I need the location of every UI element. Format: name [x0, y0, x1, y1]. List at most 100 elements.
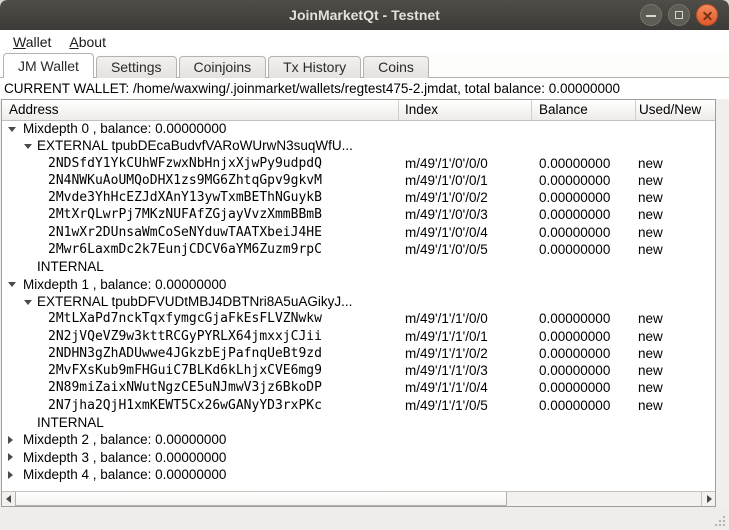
index-cell: m/49'/1'/1'/0/2 — [405, 345, 488, 362]
scroll-right-button[interactable] — [701, 492, 715, 506]
row-label: Mixdepth 1 , balance: 0.00000000 — [23, 276, 226, 293]
address-cell: 2NDSfdY1YkCUhWFzwxNbHnjxXjwPy9udpdQ — [48, 155, 322, 172]
branch-row[interactable]: EXTERNAL tpubDEcaBudvfVARoWUrwN3suqWfU..… — [2, 137, 715, 154]
expander-open-icon[interactable] — [8, 282, 16, 287]
address-cell: 2N1wXr2DUnsaWmCoSeNYduwTAATXbeiJ4HE — [48, 224, 322, 241]
address-row[interactable]: 2NDHN3gZhADUwwe4JGkzbEjPafnqUeBt9zdm/49'… — [2, 345, 715, 362]
address-cell: 2MvFXsKub9mFHGuiC7BLKd6kLhjxCVE6mg9 — [48, 362, 322, 379]
column-header-index[interactable]: Index — [399, 100, 532, 120]
balance-cell: 0.00000000 — [539, 206, 610, 223]
status-cell: new — [638, 328, 663, 345]
status-cell: new — [638, 189, 663, 206]
expander-open-icon[interactable] — [8, 127, 16, 132]
column-header-address[interactable]: Address — [2, 100, 399, 120]
balance-cell: 0.00000000 — [539, 397, 610, 414]
status-cell: new — [638, 345, 663, 362]
expander-collapsed-icon[interactable] — [8, 436, 13, 444]
column-header-used-new[interactable]: Used/New — [636, 100, 715, 120]
expander-open-icon[interactable] — [24, 300, 32, 305]
tab-settings[interactable]: Settings — [96, 56, 177, 78]
branch-row[interactable]: EXTERNAL tpubDFVUDtMBJ4DBTNri8A5uAGikyJ.… — [2, 293, 715, 310]
row-label: Mixdepth 3 , balance: 0.00000000 — [23, 449, 226, 466]
index-cell: m/49'/1'/1'/0/1 — [405, 328, 488, 345]
address-row[interactable]: 2MvFXsKub9mFHGuiC7BLKd6kLhjxCVE6mg9m/49'… — [2, 362, 715, 379]
expander-open-icon[interactable] — [24, 144, 32, 149]
mixdepth-row[interactable]: Mixdepth 1 , balance: 0.00000000 — [2, 276, 715, 293]
close-button[interactable] — [696, 4, 718, 26]
status-cell: new — [638, 224, 663, 241]
balance-cell: 0.00000000 — [539, 172, 610, 189]
tree-body: Mixdepth 0 , balance: 0.00000000EXTERNAL… — [2, 120, 715, 491]
address-row[interactable]: 2N89miZaixNWutNgzCE5uNJmwV3jz6BkoDP m/49'… — [2, 379, 715, 396]
status-bar — [0, 507, 729, 530]
horizontal-scrollbar[interactable] — [2, 491, 715, 506]
balance-cell: 0.00000000 — [539, 189, 610, 206]
address-row[interactable]: 2Mvde3YhHcEZJdXAnY13ywTxmBEThNGuykBm/49'… — [2, 189, 715, 206]
address-row[interactable]: 2N1wXr2DUnsaWmCoSeNYduwTAATXbeiJ4HE m/49'… — [2, 224, 715, 241]
mixdepth-row[interactable]: Mixdepth 0 , balance: 0.00000000 — [2, 120, 715, 137]
address-row[interactable]: 2Mwr6LaxmDc2k7EunjCDCV6aYM6Zuzm9rpCm/49'… — [2, 241, 715, 258]
address-row[interactable]: 2MtLXaPd7nckTqxfymgcGjaFkEsFLVZNwkw m/49'… — [2, 310, 715, 327]
row-label: INTERNAL — [37, 258, 104, 275]
status-cell: new — [638, 241, 663, 258]
tab-tx-history[interactable]: Tx History — [268, 56, 361, 78]
menu-bar: WalletAbout — [0, 30, 729, 53]
index-cell: m/49'/1'/0'/0/4 — [405, 224, 488, 241]
address-cell: 2N7jha2QjH1xmKEWT5Cx26wGANyYD3rxPKc — [48, 397, 322, 414]
menu-item-wallet[interactable]: Wallet — [4, 32, 60, 52]
scroll-right-icon — [707, 495, 712, 503]
scrollbar-thumb[interactable] — [15, 492, 507, 506]
tree-header: AddressIndexBalanceUsed/New — [2, 100, 715, 121]
tab-coins[interactable]: Coins — [363, 56, 429, 78]
address-row[interactable]: 2NDSfdY1YkCUhWFzwxNbHnjxXjwPy9udpdQ m/49'… — [2, 155, 715, 172]
status-cell: new — [638, 379, 663, 396]
expander-collapsed-icon[interactable] — [8, 471, 13, 479]
row-label: Mixdepth 4 , balance: 0.00000000 — [23, 466, 226, 483]
index-cell: m/49'/1'/0'/0/5 — [405, 241, 488, 258]
address-row[interactable]: 2N7jha2QjH1xmKEWT5Cx26wGANyYD3rxPKc m/49'… — [2, 397, 715, 414]
index-cell: m/49'/1'/1'/0/0 — [405, 310, 488, 327]
tab-jm-wallet[interactable]: JM Wallet — [3, 53, 94, 78]
address-cell: 2MtLXaPd7nckTqxfymgcGjaFkEsFLVZNwkw — [48, 310, 322, 327]
index-cell: m/49'/1'/0'/0/0 — [405, 155, 488, 172]
balance-cell: 0.00000000 — [539, 362, 610, 379]
balance-cell: 0.00000000 — [539, 345, 610, 362]
branch-row[interactable]: INTERNAL — [2, 414, 715, 431]
tab-coinjoins[interactable]: Coinjoins — [179, 56, 267, 78]
row-label: EXTERNAL tpubDFVUDtMBJ4DBTNri8A5uAGikyJ.… — [37, 293, 352, 310]
address-row[interactable]: 2N2jVQeVZ9w3kttRCGyPYRLX64jmxxjCJiim/49'… — [2, 328, 715, 345]
address-cell: 2N4NWKuAoUMQoDHX1zs9MG6ZhtqGpv9gkvM — [48, 172, 322, 189]
status-cell: new — [638, 155, 663, 172]
column-header-balance[interactable]: Balance — [532, 100, 636, 120]
scroll-left-icon — [6, 495, 11, 503]
mixdepth-row[interactable]: Mixdepth 3 , balance: 0.00000000 — [2, 449, 715, 466]
current-wallet-banner: CURRENT WALLET: /home/waxwing/.joinmarke… — [0, 78, 729, 99]
scroll-left-button[interactable] — [2, 492, 16, 506]
address-cell: 2MtXrQLwrPj7MKzNUFAfZGjayVvzXmmBBmB — [48, 206, 322, 223]
wallet-tree[interactable]: AddressIndexBalanceUsed/New Mixdepth 0 ,… — [1, 99, 716, 507]
row-label: INTERNAL — [37, 414, 104, 431]
expander-collapsed-icon[interactable] — [8, 453, 13, 461]
mixdepth-row[interactable]: Mixdepth 2 , balance: 0.00000000 — [2, 431, 715, 448]
tab-bar: JM WalletSettingsCoinjoinsTx HistoryCoin… — [0, 53, 729, 78]
address-cell: 2N89miZaixNWutNgzCE5uNJmwV3jz6BkoDP — [48, 379, 322, 396]
minimize-button[interactable] — [640, 4, 662, 26]
index-cell: m/49'/1'/1'/0/5 — [405, 397, 488, 414]
status-cell: new — [638, 172, 663, 189]
address-row[interactable]: 2MtXrQLwrPj7MKzNUFAfZGjayVvzXmmBBmBm/49'… — [2, 206, 715, 223]
address-cell: 2Mvde3YhHcEZJdXAnY13ywTxmBEThNGuykB — [48, 189, 322, 206]
balance-cell: 0.00000000 — [539, 328, 610, 345]
status-cell: new — [638, 397, 663, 414]
resize-grip[interactable] — [713, 514, 727, 528]
maximize-button[interactable] — [668, 4, 690, 26]
titlebar[interactable]: JoinMarketQt - Testnet — [0, 0, 729, 31]
window-title: JoinMarketQt - Testnet — [0, 0, 729, 30]
balance-cell: 0.00000000 — [539, 379, 610, 396]
index-cell: m/49'/1'/1'/0/4 — [405, 379, 488, 396]
menu-item-about[interactable]: About — [60, 32, 115, 52]
address-row[interactable]: 2N4NWKuAoUMQoDHX1zs9MG6ZhtqGpv9gkvMm/49'… — [2, 172, 715, 189]
row-label: Mixdepth 0 , balance: 0.00000000 — [23, 120, 226, 137]
app-window: JoinMarketQt - Testnet WalletAbout JM Wa… — [0, 0, 729, 530]
branch-row[interactable]: INTERNAL — [2, 258, 715, 275]
mixdepth-row[interactable]: Mixdepth 4 , balance: 0.00000000 — [2, 466, 715, 483]
